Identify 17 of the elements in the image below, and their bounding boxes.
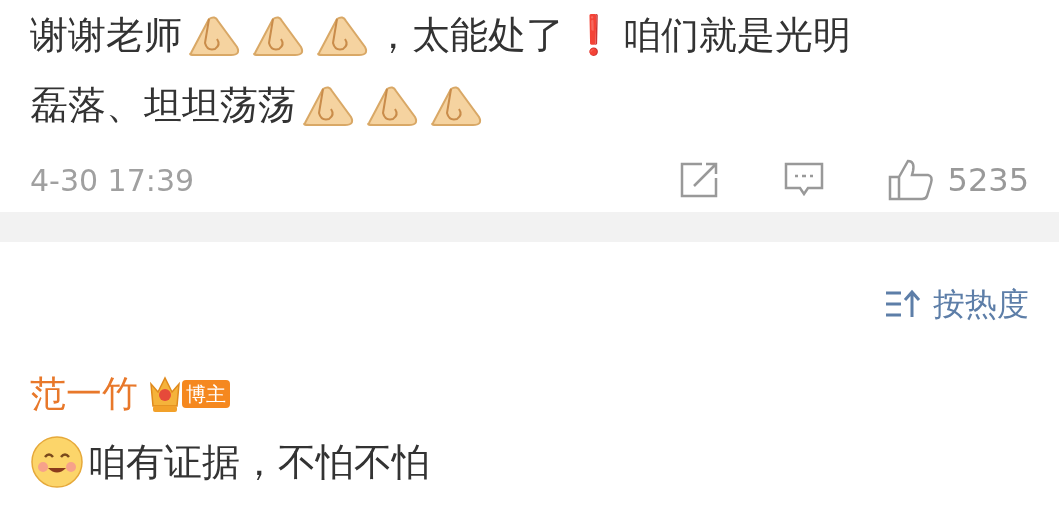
comment-icon[interactable] bbox=[783, 162, 824, 198]
author-name[interactable]: 范一竹 bbox=[30, 367, 138, 421]
sort-button[interactable]: 按热度 bbox=[885, 280, 1029, 328]
thumbs-up-icon[interactable] bbox=[887, 159, 934, 201]
share-icon[interactable] bbox=[679, 162, 720, 198]
timestamp: 4-30 17:39 bbox=[30, 161, 195, 200]
crown-icon bbox=[148, 374, 182, 414]
comment-text: ，太能处了 bbox=[374, 11, 564, 59]
exclamation-mark: ❗ bbox=[570, 11, 617, 59]
comment-text: 谢谢老师 bbox=[30, 11, 182, 59]
sort-icon bbox=[885, 289, 921, 319]
smile-emoji-icon bbox=[30, 435, 84, 489]
like-count: 5235 bbox=[947, 160, 1029, 201]
comment-text: 咱们就是光明 bbox=[623, 11, 851, 59]
comment-text: 咱有证据，不怕不怕 bbox=[88, 438, 430, 486]
author-badge: 博主 bbox=[182, 380, 230, 408]
comment-text: 磊落、坦坦荡荡 bbox=[30, 81, 296, 129]
